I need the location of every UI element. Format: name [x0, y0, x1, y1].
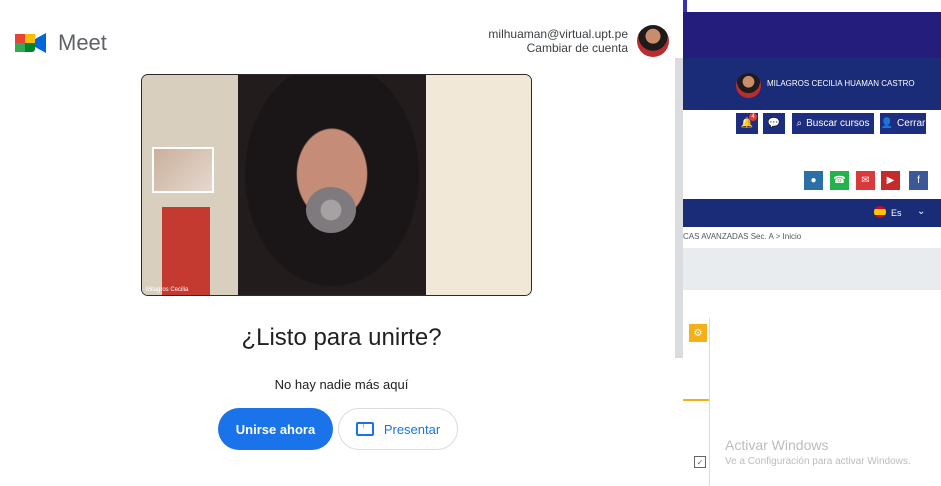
- website-link[interactable]: ●: [804, 171, 823, 190]
- notification-badge: 4: [749, 113, 757, 121]
- logout-button[interactable]: 👤 Cerrar: [880, 113, 926, 134]
- profile-avatar[interactable]: [637, 25, 669, 57]
- present-button[interactable]: Presentar: [338, 408, 458, 450]
- checkbox-icon[interactable]: ✓: [694, 456, 706, 468]
- whatsapp-link[interactable]: ☎: [830, 171, 849, 190]
- accent-line: [683, 399, 709, 401]
- breadcrumb: CAS AVANZADAS Sec. A > Inicio: [683, 232, 802, 241]
- account-email: milhuaman@virtual.upt.pe: [488, 27, 628, 41]
- site-profile-avatar[interactable]: [736, 73, 761, 98]
- site-gray-band: [683, 248, 941, 290]
- search-courses-label: Buscar cursos: [806, 118, 870, 129]
- ready-title: ¿Listo para unirte?: [241, 324, 442, 351]
- site-topbar: [683, 12, 941, 58]
- site-profile-name: MILAGROS CECILIA HUAMAN CASTRO: [767, 79, 915, 88]
- meet-logo-icon: [15, 33, 46, 53]
- meet-brand: Meet: [58, 30, 107, 55]
- windows-watermark-title: Activar Windows: [725, 437, 829, 453]
- youtube-link[interactable]: ▶: [881, 171, 900, 190]
- facebook-icon: f: [917, 175, 920, 186]
- site-language-bar: [683, 199, 941, 227]
- video-preview: Milagros Cecilia: [142, 75, 531, 295]
- logout-label: Cerrar: [897, 118, 926, 129]
- video-name-label: Milagros Cecilia: [146, 287, 189, 293]
- youtube-icon: ▶: [886, 175, 895, 186]
- search-icon: ⌕: [796, 118, 803, 129]
- search-courses-button[interactable]: ⌕ Buscar cursos: [792, 113, 874, 134]
- meet-logo: Meet: [14, 30, 107, 56]
- windows-watermark-subtitle: Ve a Configuración para activar Windows.: [725, 456, 911, 467]
- spain-flag-icon: [874, 206, 886, 218]
- whatsapp-icon: ☎: [833, 175, 846, 186]
- meet-window: Meet milhuaman@virtual.upt.pe Cambiar de…: [0, 0, 683, 486]
- facebook-link[interactable]: f: [909, 171, 928, 190]
- wall-poster: [152, 147, 214, 193]
- meet-scrollbar-thumb[interactable]: [675, 58, 683, 358]
- mail-icon: ✉: [861, 175, 870, 186]
- phone-booth-image: [162, 207, 210, 295]
- account-info: milhuaman@virtual.upt.pe Cambiar de cuen…: [488, 27, 628, 55]
- globe-icon: ●: [810, 175, 817, 186]
- site-divider: [709, 318, 710, 486]
- present-icon: [355, 420, 374, 436]
- person-video: [238, 75, 426, 295]
- join-now-button[interactable]: Unirse ahora: [218, 408, 333, 450]
- user-icon: 👤: [880, 118, 894, 129]
- gear-icon[interactable]: ⚙: [689, 324, 707, 342]
- language-selector[interactable]: Es: [891, 208, 902, 218]
- background-website: MILAGROS CECILIA HUAMAN CASTRO 🔔 4 💬 ⌕ B…: [683, 0, 941, 486]
- email-link[interactable]: ✉: [856, 171, 875, 190]
- nobody-here-text: No hay nadie más aquí: [274, 377, 409, 392]
- messages-button[interactable]: 💬: [763, 113, 785, 134]
- chevron-down-icon[interactable]: ⌄: [917, 206, 925, 217]
- present-label: Presentar: [383, 421, 441, 437]
- switch-account-link[interactable]: Cambiar de cuenta: [488, 41, 628, 55]
- chat-icon: 💬: [767, 118, 781, 129]
